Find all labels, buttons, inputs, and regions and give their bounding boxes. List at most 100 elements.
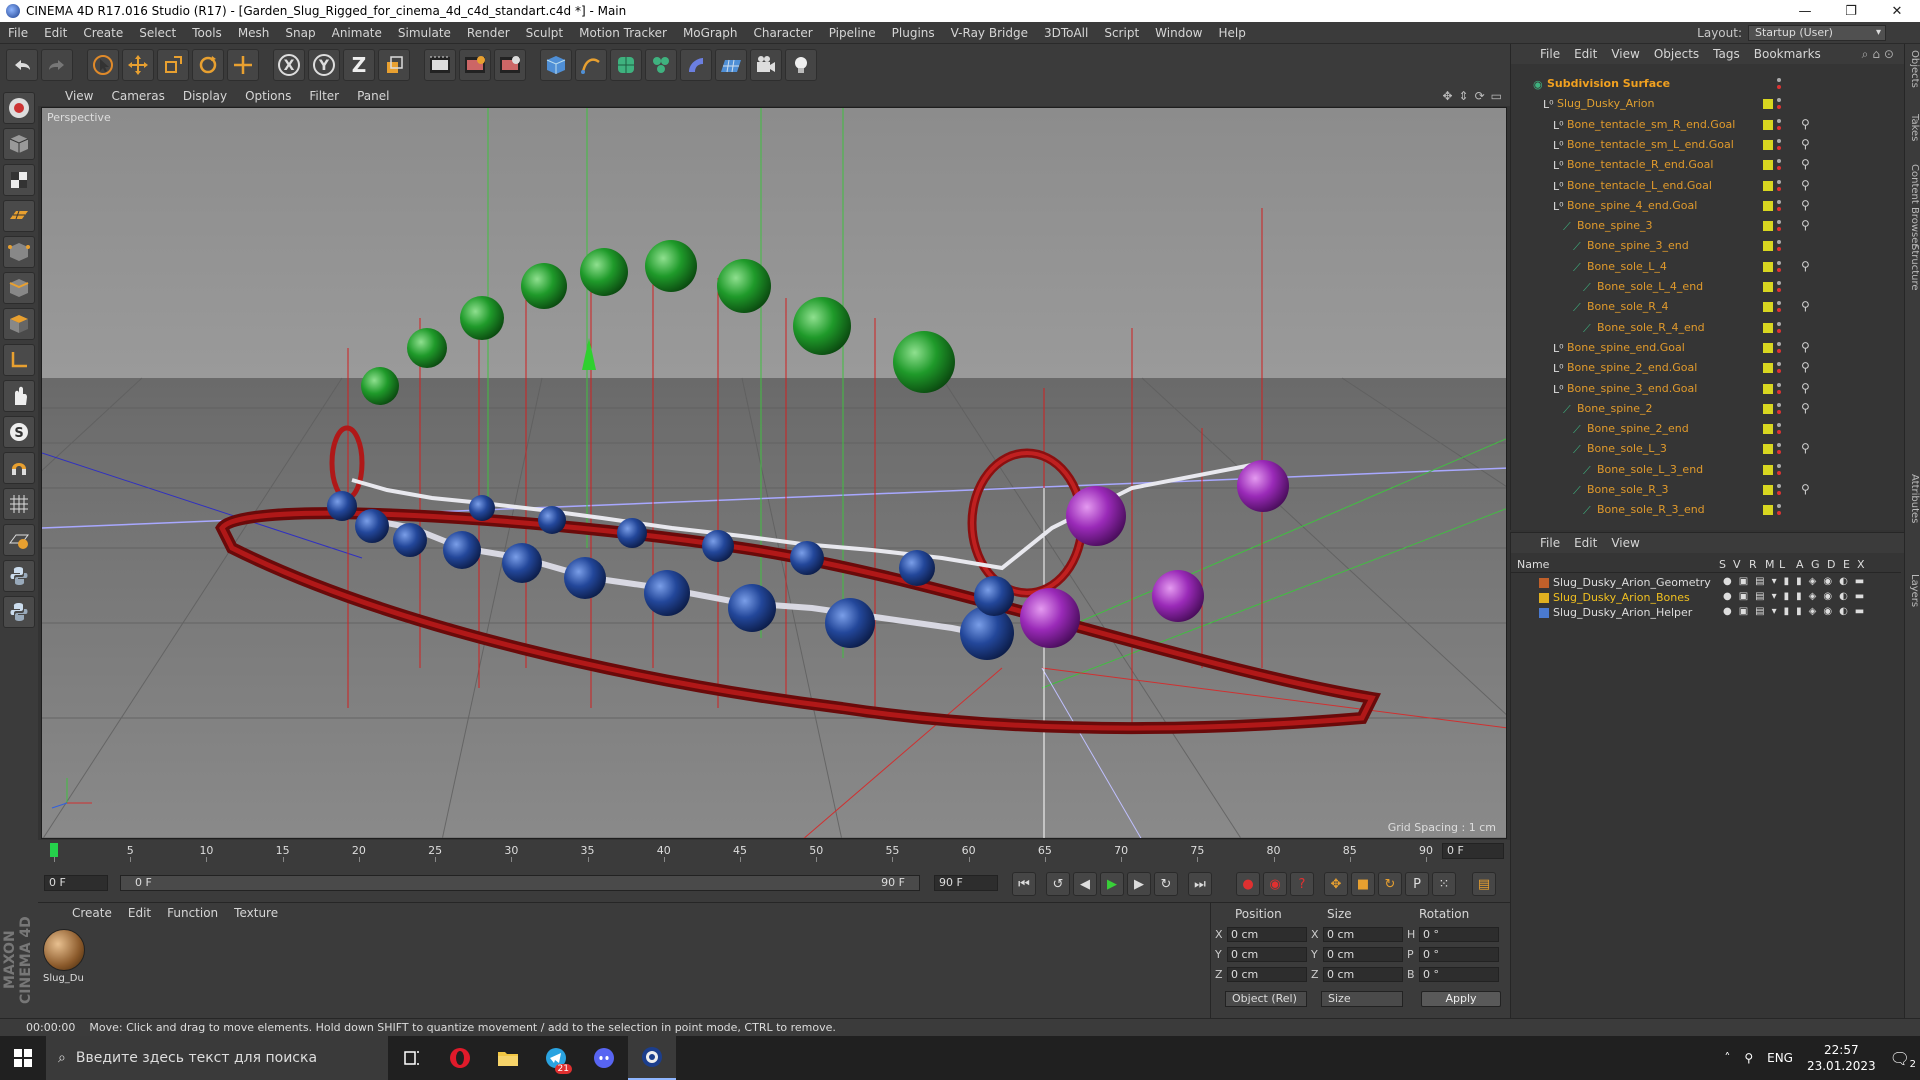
render-visibility-dot[interactable] [1777, 470, 1781, 475]
position-x-field[interactable]: 0 cm [1227, 927, 1307, 942]
menu-file[interactable]: File [0, 26, 36, 40]
layer-row[interactable]: Slug_Dusky_Arion_Helper ●▣▤▾▮▮◈◉◐▬ [1511, 605, 1901, 620]
viewport-pan-icon[interactable]: ✥ [1442, 89, 1452, 103]
ik-tag-icon[interactable]: ⚲ [1801, 299, 1810, 313]
material-preview-ball[interactable] [43, 929, 85, 971]
editor-visibility-dot[interactable] [1777, 138, 1781, 143]
editor-visibility-dot[interactable] [1777, 484, 1781, 488]
editor-visibility-dot[interactable] [1777, 463, 1781, 468]
editor-visibility-dot[interactable] [1777, 78, 1781, 82]
layer-flag-toggles[interactable]: ●▣▤▾▮▮◈◉◐▬ [1723, 606, 1871, 617]
layer-color-tag[interactable] [1763, 99, 1773, 110]
ik-tag-icon[interactable]: ⚲ [1801, 198, 1810, 212]
viewport-move-icon[interactable]: ⇕ [1459, 89, 1469, 103]
taskbar-search-box[interactable]: ⌕ Введите здесь текст для поиска [46, 1036, 388, 1080]
editor-visibility-dot[interactable] [1777, 179, 1781, 184]
object-row[interactable]: L⁰ Bone_tentacle_L_end.Goal ⚲ [1511, 176, 1891, 196]
rotation-key-icon[interactable]: ↻ [1378, 872, 1402, 896]
editor-visibility-dot[interactable] [1777, 281, 1781, 285]
subdivision-surface-icon[interactable] [610, 49, 642, 81]
ik-tag-icon[interactable]: ⚲ [1801, 441, 1810, 455]
object-row[interactable]: L⁰ Slug_Dusky_Arion [1511, 94, 1891, 114]
ik-tag-icon[interactable]: ⚲ [1801, 360, 1810, 374]
polygons-mode-icon[interactable] [3, 308, 35, 340]
menu-pipeline[interactable]: Pipeline [821, 26, 884, 40]
layer-color-tag[interactable] [1763, 160, 1773, 171]
previous-frame-icon[interactable]: ◀ [1073, 872, 1097, 896]
layer-column-header[interactable]: S [1719, 558, 1726, 571]
object-row[interactable]: L⁰ Bone_spine_end.Goal ⚲ [1511, 338, 1891, 358]
editor-visibility-dot[interactable] [1777, 159, 1781, 164]
lock-workplane-icon[interactable] [3, 524, 35, 556]
keyframe-selection-icon[interactable]: ? [1290, 872, 1314, 896]
ik-tag-icon[interactable]: ⚲ [1801, 340, 1810, 354]
editor-visibility-dot[interactable] [1777, 260, 1781, 265]
render-visibility-dot[interactable] [1777, 85, 1781, 89]
axis-mode-icon[interactable] [3, 344, 35, 376]
editor-visibility-dot[interactable] [1777, 423, 1781, 428]
rotate-tool-icon[interactable] [192, 49, 224, 81]
menu-script[interactable]: Script [1096, 26, 1147, 40]
z-axis-lock-icon[interactable]: Z [343, 49, 375, 81]
light-icon[interactable] [785, 49, 817, 81]
cloner-icon[interactable] [645, 49, 677, 81]
current-frame-field[interactable]: 0 F [1442, 843, 1504, 859]
coords-size-mode-dropdown[interactable]: Size [1321, 991, 1403, 1007]
material-menu-create[interactable]: Create [64, 906, 120, 920]
floor-icon[interactable] [715, 49, 747, 81]
layer-color-swatch[interactable] [1539, 578, 1549, 588]
menu-vray-bridge[interactable]: V-Ray Bridge [943, 26, 1036, 40]
layer-color-tag[interactable] [1763, 505, 1773, 516]
render-visibility-dot[interactable] [1777, 288, 1781, 292]
layer-column-header[interactable]: E [1843, 558, 1850, 571]
viewport-menu-filter[interactable]: Filter [300, 89, 348, 103]
layer-color-tag[interactable] [1763, 139, 1773, 150]
minimize-button[interactable]: — [1782, 0, 1828, 22]
layer-column-header[interactable]: L [1779, 558, 1785, 571]
size-y-field[interactable]: 0 cm [1323, 947, 1403, 962]
editor-visibility-dot[interactable] [1777, 402, 1781, 407]
menu-character[interactable]: Character [745, 26, 820, 40]
file-explorer-icon[interactable] [484, 1036, 532, 1080]
render-visibility-dot[interactable] [1777, 186, 1781, 191]
render-visibility-dot[interactable] [1777, 267, 1781, 272]
layer-column-header[interactable]: A [1796, 558, 1804, 571]
point-level-animation-icon[interactable]: ⁙ [1432, 872, 1456, 896]
render-visibility-dot[interactable] [1777, 389, 1781, 394]
render-settings-icon[interactable] [494, 49, 526, 81]
scale-key-icon[interactable]: ■ [1351, 872, 1375, 896]
menu-motion-tracker[interactable]: Motion Tracker [571, 26, 675, 40]
layer-color-swatch[interactable] [1539, 593, 1549, 603]
position-z-field[interactable]: 0 cm [1227, 967, 1307, 982]
object-row[interactable]: ⟋ Bone_sole_L_3 ⚲ [1511, 439, 1891, 459]
editor-visibility-dot[interactable] [1777, 443, 1781, 448]
taskbar-clock[interactable]: 22:57 23.01.2023 [1807, 1042, 1876, 1074]
layer-color-tag[interactable] [1763, 342, 1773, 353]
make-editable-icon[interactable] [3, 92, 35, 124]
object-row[interactable]: L⁰ Bone_spine_4_end.Goal ⚲ [1511, 196, 1891, 216]
render-visibility-dot[interactable] [1777, 430, 1781, 435]
viewport-menu-display[interactable]: Display [174, 89, 236, 103]
object-row[interactable]: ⟋ Bone_sole_R_3 ⚲ [1511, 480, 1891, 500]
layer-color-tag[interactable] [1763, 464, 1773, 475]
obj-menu-view[interactable]: View [1604, 47, 1646, 61]
rotation-h-field[interactable]: 0 ° [1419, 927, 1499, 942]
object-row[interactable]: L⁰ Bone_tentacle_R_end.Goal ⚲ [1511, 155, 1891, 175]
ik-tag-icon[interactable]: ⚲ [1801, 117, 1810, 131]
layer-color-tag[interactable] [1763, 282, 1773, 292]
material-menu-texture[interactable]: Texture [226, 906, 286, 920]
viewport-maximize-icon[interactable]: ▭ [1491, 89, 1502, 103]
ik-tag-icon[interactable]: ⚲ [1801, 137, 1810, 151]
obj-menu-tags[interactable]: Tags [1706, 47, 1747, 61]
render-visibility-dot[interactable] [1777, 328, 1781, 333]
editor-visibility-dot[interactable] [1777, 382, 1781, 387]
snapping-icon[interactable]: S [3, 416, 35, 448]
menu-animate[interactable]: Animate [324, 26, 390, 40]
cube-primitive-icon[interactable] [540, 49, 572, 81]
layer-color-tag[interactable] [1763, 444, 1773, 455]
3d-viewport[interactable]: Perspective Grid Spacing : 1 cm [41, 107, 1507, 839]
layer-color-swatch[interactable] [1539, 608, 1549, 618]
viewport-rotate-icon[interactable]: ⟳ [1475, 89, 1485, 103]
ik-tag-icon[interactable]: ⚲ [1801, 381, 1810, 395]
object-row[interactable]: ⟋ Bone_sole_L_3_end [1511, 460, 1891, 480]
